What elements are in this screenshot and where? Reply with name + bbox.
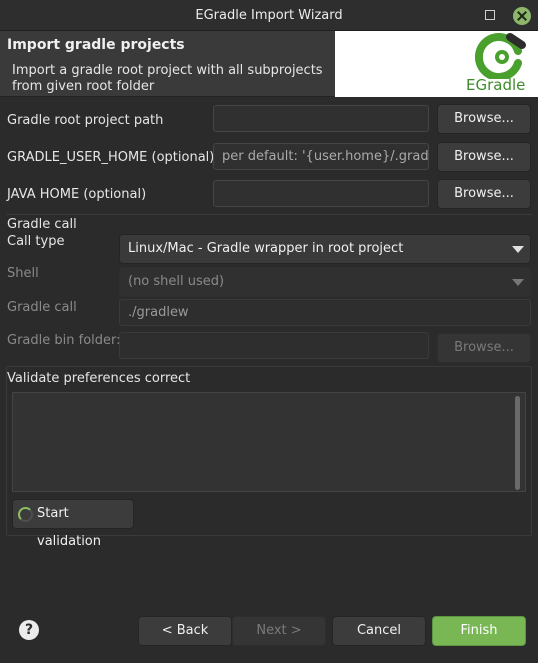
egradle-logo-icon	[475, 33, 526, 79]
shell-value: (no shell used)	[128, 274, 225, 289]
gradle-bin-folder-input[interactable]	[119, 332, 429, 359]
shell-label: Shell	[7, 266, 39, 281]
java-home-browse-button[interactable]: Browse...	[437, 179, 531, 209]
root-path-browse-button[interactable]: Browse...	[437, 104, 531, 134]
validation-group-label: Validate preferences correct	[7, 371, 191, 386]
window-titlebar: EGradle Import Wizard	[0, 0, 538, 31]
page-title: Import gradle projects	[7, 37, 185, 53]
wizard-header: Import gradle projects Import a gradle r…	[0, 31, 538, 97]
cancel-button[interactable]: Cancel	[332, 616, 426, 646]
close-icon[interactable]	[513, 7, 531, 25]
root-path-input[interactable]	[213, 105, 429, 132]
gradle-bin-folder-browse-button[interactable]: Browse...	[437, 333, 531, 363]
validation-scrollbar[interactable]	[515, 396, 520, 490]
maximize-icon[interactable]	[485, 10, 495, 20]
validation-output-area[interactable]	[12, 392, 526, 492]
gradle-user-home-input[interactable]: per default: '{user.home}/.gradle'	[213, 143, 429, 170]
gradle-user-home-browse-button[interactable]: Browse...	[437, 142, 531, 172]
java-home-input[interactable]	[213, 180, 429, 207]
call-type-value: Linux/Mac - Gradle wrapper in root proje…	[128, 241, 404, 256]
root-path-label: Gradle root project path	[7, 113, 164, 128]
next-button[interactable]: Next >	[232, 616, 326, 646]
finish-button[interactable]: Finish	[432, 616, 526, 646]
help-icon[interactable]: ?	[19, 620, 39, 640]
egradle-logo-text: EGradle	[466, 76, 526, 94]
shell-select[interactable]: (no shell used)	[119, 267, 531, 297]
spinner-icon	[18, 507, 33, 522]
gradle-call-label: Gradle call	[7, 300, 77, 315]
start-validation-label: Start validation	[37, 506, 102, 549]
back-button[interactable]: < Back	[138, 616, 232, 646]
gradle-call-input[interactable]: ./gradlew	[119, 299, 531, 326]
java-home-label: JAVA HOME (optional)	[7, 187, 147, 202]
window-title: EGradle Import Wizard	[195, 8, 343, 23]
call-type-label: Call type	[7, 234, 65, 249]
chevron-down-icon	[512, 279, 524, 286]
gradle-call-group-label: Gradle call	[7, 217, 77, 232]
gradle-user-home-label: GRADLE_USER_HOME (optional)	[7, 150, 215, 165]
gradle-bin-folder-label: Gradle bin folder:	[7, 333, 121, 348]
chevron-down-icon	[512, 246, 524, 253]
page-description: Import a gradle root project with all su…	[12, 63, 323, 94]
group-divider	[6, 214, 532, 215]
call-type-select[interactable]: Linux/Mac - Gradle wrapper in root proje…	[119, 234, 531, 264]
